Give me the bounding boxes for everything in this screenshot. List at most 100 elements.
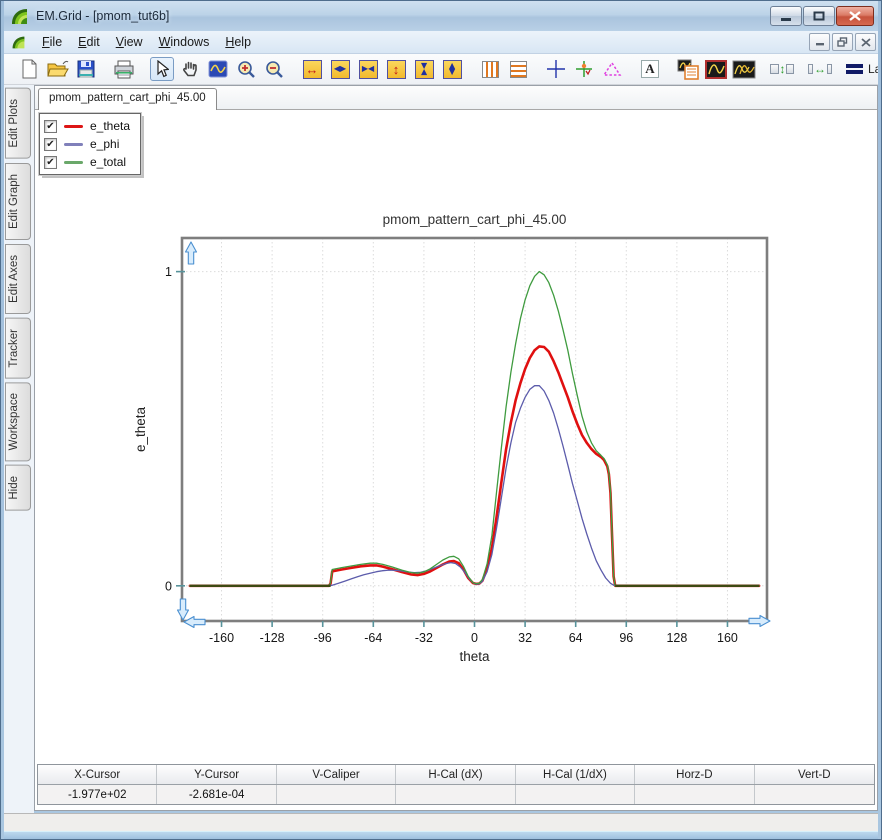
- x-tick-label: 160: [717, 631, 738, 645]
- text-annotation-icon[interactable]: A: [638, 57, 662, 81]
- legend-line-swatch: [64, 160, 83, 164]
- y-tick-label: 1: [165, 265, 172, 279]
- v-compress-icon[interactable]: ◀▶: [440, 57, 464, 81]
- cursor-status-table: X-Cursor Y-Cursor V-Caliper H-Cal (dX) H-Cal…: [37, 764, 875, 805]
- status-value-cell: [755, 785, 874, 804]
- status-header-cell: Horz-D: [635, 765, 755, 784]
- plot-single-icon[interactable]: [704, 57, 728, 81]
- tracker-icon[interactable]: [572, 57, 596, 81]
- status-header-cell: Y-Cursor: [157, 765, 277, 784]
- chart-svg: -160 -128 -96 -64 -32 0 32 64 96 128 160 0 1 pmom_pat…: [133, 212, 771, 664]
- mdi-restore-button[interactable]: [832, 33, 853, 51]
- y-axis-label: e_theta: [133, 406, 148, 452]
- mdi-minimize-button[interactable]: [809, 33, 830, 51]
- status-bar: [4, 813, 878, 831]
- toolbar-separator: [140, 57, 150, 81]
- y-axis-down-arrow: [176, 598, 190, 621]
- v-fit-icon[interactable]: ▶◀: [412, 57, 436, 81]
- vertical-markers-icon[interactable]: [478, 57, 502, 81]
- horizontal-markers-icon[interactable]: [506, 57, 530, 81]
- menu-help[interactable]: Help: [217, 32, 259, 52]
- legend-row: ✔ e_phi: [44, 135, 130, 153]
- layout-label: Layout: [868, 62, 878, 76]
- toolbar-separator: [534, 57, 544, 81]
- open-file-icon[interactable]: [46, 57, 70, 81]
- plot-properties-icon[interactable]: [676, 57, 700, 81]
- h-fit-icon[interactable]: ◀▶: [328, 57, 352, 81]
- sidebar-tab-edit-graph[interactable]: Edit Graph: [5, 162, 31, 240]
- document-tab[interactable]: pmom_pattern_cart_phi_45.00: [38, 88, 217, 110]
- zoom-in-icon[interactable]: [234, 57, 258, 81]
- title-bar[interactable]: EM.Grid - [pmom_tut6b]: [4, 1, 878, 31]
- status-header-cell: H-Cal (1/dX): [516, 765, 636, 784]
- save-file-icon[interactable]: [74, 57, 98, 81]
- toolbar-separator: [798, 57, 808, 81]
- x-tick-label: -64: [364, 631, 382, 645]
- layout-icon: [846, 62, 863, 76]
- menu-items: File Edit View Windows Help: [34, 32, 259, 52]
- x-axis-left-arrow: [183, 615, 206, 629]
- print-icon[interactable]: [112, 57, 136, 81]
- chart-area[interactable]: -160 -128 -96 -64 -32 0 32 64 96 128 160 0 1 pmom_pat…: [125, 201, 855, 671]
- status-value-cell: [516, 785, 636, 804]
- y-axis-up-arrow: [184, 241, 198, 265]
- menu-bar: File Edit View Windows Help: [4, 31, 878, 54]
- legend-checkbox[interactable]: ✔: [44, 119, 57, 133]
- close-button[interactable]: [836, 6, 874, 26]
- y-tick-label: 0: [165, 579, 172, 593]
- lock-horizontal-icon[interactable]: ↔: [808, 57, 832, 81]
- h-compress-icon[interactable]: ▶◀: [356, 57, 380, 81]
- document-page: pmom_pattern_cart_phi_45.00 ✔ e_theta ✔ e_p…: [34, 85, 878, 811]
- zoom-window-icon[interactable]: [206, 57, 230, 81]
- toolbar-separator: [102, 57, 112, 81]
- lock-vertical-icon[interactable]: ↕: [770, 57, 794, 81]
- maximize-icon: [813, 11, 825, 21]
- menu-windows[interactable]: Windows: [151, 32, 218, 52]
- status-value-cell: [635, 785, 755, 804]
- minimize-icon: [781, 17, 791, 21]
- mdi-restore-icon: [837, 37, 848, 47]
- toolbar-separator: [628, 57, 638, 81]
- menu-view[interactable]: View: [108, 32, 151, 52]
- legend-row: ✔ e_total: [44, 153, 130, 171]
- h-expand-icon[interactable]: ↔: [300, 57, 324, 81]
- plot-multi-icon[interactable]: [732, 57, 756, 81]
- sidebar-tab-tracker[interactable]: Tracker: [5, 317, 31, 379]
- x-axis-label: theta: [459, 649, 490, 664]
- menu-edit[interactable]: Edit: [70, 32, 108, 52]
- sidebar-tab-workspace[interactable]: Workspace: [5, 382, 31, 462]
- window-frame-bottom: [4, 831, 878, 839]
- status-value-cell: -2.681e-04: [157, 785, 277, 804]
- mdi-close-button[interactable]: [855, 33, 876, 51]
- sidebar-tab-hide[interactable]: Hide: [5, 465, 31, 512]
- close-icon: [849, 11, 861, 21]
- legend-label: e_phi: [90, 137, 120, 151]
- legend-checkbox[interactable]: ✔: [44, 155, 57, 169]
- v-expand-icon[interactable]: ↕: [384, 57, 408, 81]
- sidebar-tab-edit-axes[interactable]: Edit Axes: [5, 243, 31, 314]
- new-file-icon[interactable]: [18, 57, 42, 81]
- mdi-close-icon: [860, 37, 871, 47]
- status-value-cell: [277, 785, 397, 804]
- x-tick-label: 0: [471, 631, 478, 645]
- sidebar-tab-edit-plots[interactable]: Edit Plots: [5, 88, 31, 159]
- cross-cursor-icon[interactable]: [544, 57, 568, 81]
- x-tick-label: -128: [260, 631, 285, 645]
- legend-label: e_total: [90, 155, 127, 169]
- pan-hand-icon[interactable]: [178, 57, 202, 81]
- legend-checkbox[interactable]: ✔: [44, 137, 57, 151]
- toolbar-separator: [760, 57, 770, 81]
- legend-row: ✔ e_theta: [44, 117, 130, 135]
- menu-file[interactable]: File: [34, 32, 70, 52]
- minimize-button[interactable]: [770, 6, 802, 26]
- zoom-out-icon[interactable]: [262, 57, 286, 81]
- status-table-header: X-Cursor Y-Cursor V-Caliper H-Cal (dX) H-Cal…: [38, 765, 874, 785]
- legend-line-swatch: [64, 142, 83, 146]
- status-header-cell: Vert-D: [797, 768, 831, 781]
- maximize-button[interactable]: [803, 6, 835, 26]
- pointer-tool-icon[interactable]: [150, 57, 174, 81]
- application-window: EM.Grid - [pmom_tut6b] File Edit View Windo…: [0, 0, 882, 840]
- layout-button[interactable]: Layout: [846, 62, 878, 76]
- caliper-icon[interactable]: [600, 57, 624, 81]
- toolbar-separator: [666, 57, 676, 81]
